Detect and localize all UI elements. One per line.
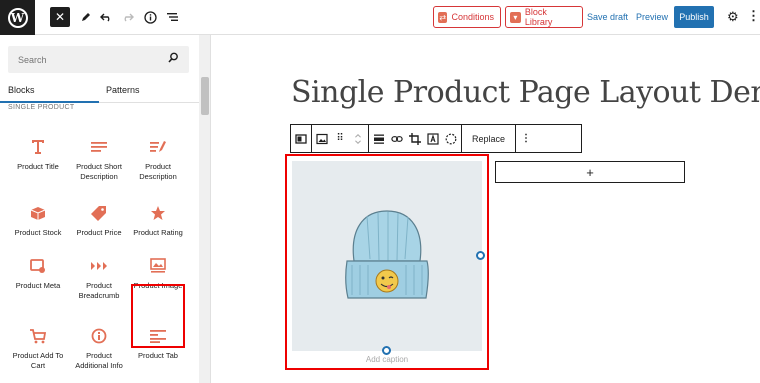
block-product-title[interactable]: Product Title (9, 129, 67, 185)
toolbar-replace-group: Replace (462, 125, 517, 152)
stock-box-icon (28, 203, 48, 223)
pencil-icon[interactable] (76, 7, 96, 27)
list-view-icon[interactable] (162, 7, 182, 27)
beanie-hat-image (345, 210, 429, 299)
preview-button[interactable]: Preview (636, 12, 668, 22)
block-label: Product Meta (15, 281, 61, 290)
top-toolbar: W ✕ ⇄ Conditions ▾ Block Library Save dr… (0, 0, 760, 35)
tab-patterns[interactable]: Patterns (106, 85, 140, 95)
block-product-meta[interactable]: Product Meta (9, 248, 67, 304)
block-product-description[interactable]: Product Description (129, 129, 187, 185)
library-bag-icon: ▾ (510, 11, 521, 23)
drag-handle-icon[interactable]: ⠿ (334, 133, 346, 145)
text-over-image-icon[interactable] (427, 132, 439, 145)
title-icon (28, 137, 48, 157)
move-up-down-icon[interactable] (352, 133, 364, 145)
short-description-icon (89, 137, 109, 157)
block-product-stock[interactable]: Product Stock (9, 195, 67, 251)
search-input[interactable] (8, 46, 158, 73)
active-tab-indicator (0, 101, 99, 103)
duotone-icon[interactable] (445, 133, 457, 145)
conditions-button[interactable]: ⇄ Conditions (433, 6, 501, 28)
conditions-label: Conditions (451, 12, 494, 22)
description-icon (148, 137, 168, 157)
resize-handle-bottom[interactable] (382, 346, 391, 355)
toolbar-parent-group (291, 125, 312, 152)
block-label: Product Short Description (76, 162, 122, 181)
block-label: Product Tab (138, 351, 178, 360)
block-label: Product Price (76, 228, 122, 237)
save-draft-button[interactable]: Save draft (587, 12, 628, 22)
block-inserter-sidebar: Blocks Patterns SINGLE PRODUCT Product T… (0, 35, 211, 383)
block-product-additional-info[interactable]: Product Additional Info (70, 318, 128, 374)
toolbar-more-group: ⋮ (516, 125, 536, 152)
star-icon (148, 203, 168, 223)
wordpress-logo[interactable]: W (0, 0, 35, 35)
block-toolbar: ⠿ Replace ⋮ (290, 124, 582, 153)
align-icon[interactable] (373, 133, 385, 145)
cart-icon (28, 326, 48, 346)
category-title: SINGLE PRODUCT (8, 104, 75, 111)
block-product-price[interactable]: Product Price (70, 195, 128, 251)
block-product-add-to-cart[interactable]: Product Add To Cart (9, 318, 67, 374)
block-label: Product Additional Info (75, 351, 123, 370)
sidebar-scrollbar-thumb[interactable] (201, 77, 209, 115)
image-block-icon[interactable] (316, 133, 328, 145)
block-product-breadcrumb[interactable]: Product Breadcrumb (70, 248, 128, 304)
inserter-tabs: Blocks Patterns (0, 79, 199, 103)
undo-icon[interactable] (96, 7, 116, 27)
block-label: Product Title (17, 162, 59, 171)
resize-handle-right[interactable] (476, 251, 485, 260)
settings-gear-icon[interactable]: ⚙ (727, 9, 739, 25)
page-title[interactable]: Single Product Page Layout Demo (291, 75, 760, 110)
block-product-rating[interactable]: Product Rating (129, 195, 187, 251)
publish-button[interactable]: Publish (674, 6, 714, 28)
meta-icon (28, 256, 48, 276)
options-menu-icon[interactable]: ⋮ (747, 8, 760, 24)
toolbar-tools-group (369, 125, 462, 152)
tab-blocks[interactable]: Blocks (8, 85, 35, 95)
price-tag-icon (89, 203, 109, 223)
block-label: Product Breadcrumb (78, 281, 120, 300)
search-icon[interactable] (168, 52, 179, 66)
editor-canvas: Single Product Page Layout Demo ⠿ Replac… (212, 35, 760, 383)
block-product-short-description[interactable]: Product Short Description (70, 129, 128, 185)
conditions-icon: ⇄ (438, 11, 448, 23)
additional-info-icon (89, 326, 109, 346)
block-label: Product Add To Cart (12, 351, 64, 370)
tab-icon (148, 326, 168, 346)
wordpress-icon: W (7, 7, 28, 28)
link-icon[interactable] (391, 133, 403, 145)
select-parent-icon[interactable] (295, 133, 307, 145)
product-image-block[interactable] (292, 161, 482, 351)
block-product-tab[interactable]: Product Tab (129, 318, 187, 374)
add-block-button[interactable]: + (495, 161, 685, 183)
more-options-icon[interactable]: ⋮ (520, 133, 532, 145)
caption-input[interactable]: Add caption (292, 355, 482, 364)
block-label: Product Stock (14, 228, 62, 237)
redo-icon[interactable] (118, 7, 138, 27)
crop-icon[interactable] (409, 132, 421, 145)
block-library-button[interactable]: ▾ Block Library (505, 6, 583, 28)
block-label: Product Rating (133, 228, 183, 237)
block-label: Product Description (139, 162, 177, 181)
toolbar-block-group: ⠿ (312, 125, 369, 152)
close-icon[interactable]: ✕ (50, 7, 70, 27)
breadcrumb-icon (89, 256, 109, 276)
block-search (8, 46, 189, 73)
replace-button[interactable]: Replace (466, 134, 511, 144)
image-icon (148, 256, 168, 276)
info-icon[interactable] (140, 7, 160, 27)
block-library-label: Block Library (524, 7, 553, 27)
